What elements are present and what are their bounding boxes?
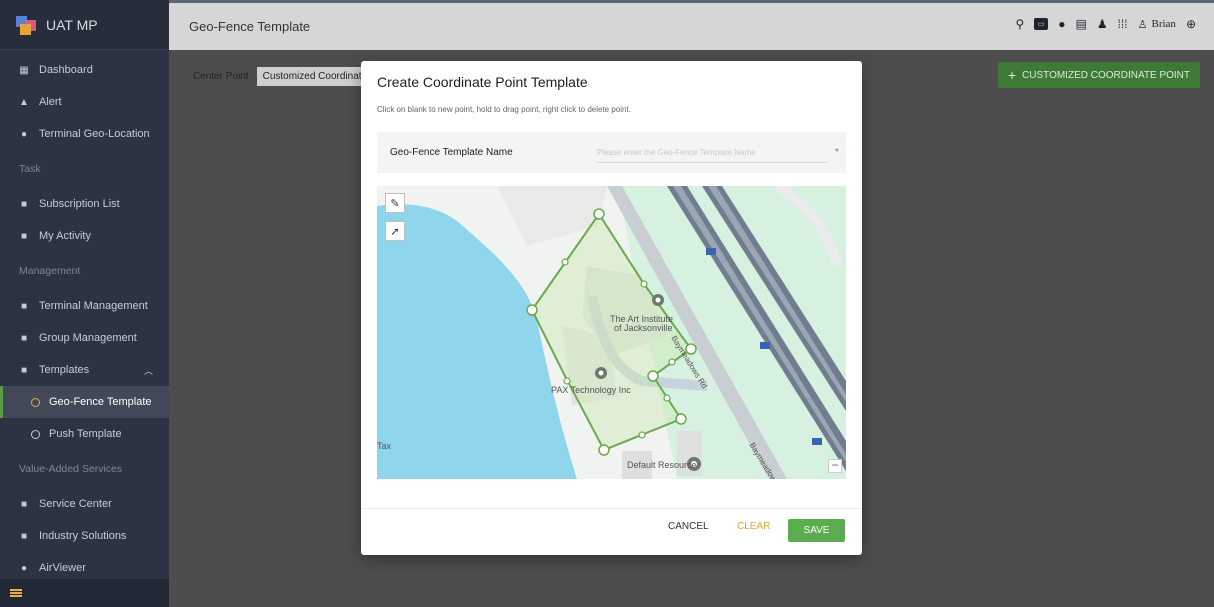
plus-icon: + <box>1007 67 1017 83</box>
map-label-art-institute-2: of Jacksonville <box>614 323 673 333</box>
chevron-up-icon: ︿ <box>143 365 153 376</box>
sidebar-item-alert[interactable]: ▲ Alert <box>0 86 169 118</box>
line-draw-icon[interactable]: ✎ <box>385 193 405 213</box>
menu-toggle-icon[interactable] <box>10 589 22 597</box>
sidebar-item-geo-fence-template[interactable]: Geo-Fence Template <box>0 386 169 418</box>
sidebar-nav: ▦ Dashboard ▲ Alert ● Terminal Geo-Locat… <box>0 50 169 584</box>
header-toolbar: ⚲ ▭ ● ▤ ♟ ⁞⁞⁞ ♙ Brian ⊕ <box>1015 17 1196 31</box>
create-template-modal: Create Coordinate Point Template Click o… <box>361 61 862 555</box>
list-icon: ■ <box>20 198 28 210</box>
nav-section-management: Management <box>19 265 81 277</box>
save-button[interactable]: SAVE <box>788 519 845 542</box>
sidebar-item-industry-solutions[interactable]: ■ Industry Solutions <box>0 520 169 552</box>
user-menu[interactable]: ♙ Brian <box>1138 18 1176 31</box>
modal-footer <box>361 508 862 555</box>
group-icon: ■ <box>20 332 28 344</box>
nav-section-task: Task <box>19 163 41 175</box>
brand-logo-icon <box>16 15 38 35</box>
sidebar-item-label: Geo-Fence Template <box>49 396 152 408</box>
pointer-icon[interactable]: ➚ <box>385 221 405 241</box>
templates-icon: ■ <box>20 364 28 376</box>
solutions-icon: ■ <box>20 530 28 542</box>
sidebar-item-label: Alert <box>39 96 62 108</box>
bell-icon[interactable]: ♟ <box>1097 17 1108 31</box>
add-customized-coordinate-point-button[interactable]: + CUSTOMIZED COORDINATE POINT <box>997 62 1200 88</box>
sidebar-item-terminal-management[interactable]: ■ Terminal Management <box>0 290 169 322</box>
activity-icon: ■ <box>20 230 28 242</box>
sidebar-footer <box>0 579 169 607</box>
sidebar-item-service-center[interactable]: ■ Service Center <box>0 488 169 520</box>
sidebar-item-label: Terminal Management <box>39 300 148 312</box>
user-icon: ♙ <box>1137 18 1148 31</box>
clear-button[interactable]: CLEAR <box>737 521 770 532</box>
cancel-button[interactable]: CANCEL <box>668 521 709 532</box>
chat-icon[interactable]: ● <box>1058 17 1065 31</box>
sidebar-item-label: My Activity <box>39 230 91 242</box>
map-label-tax: Tax <box>377 441 392 451</box>
map-canvas[interactable]: ✎ ➚ The Art Institute of Jacksonville PA… <box>377 186 846 479</box>
airviewer-icon: ● <box>20 562 28 574</box>
alert-icon: ▲ <box>19 96 29 108</box>
sidebar-item-label: Industry Solutions <box>39 530 127 542</box>
modal-hint: Click on blank to new point, hold to dra… <box>377 105 631 114</box>
apps-grid-icon[interactable]: ⁞⁞⁞ <box>1118 17 1128 31</box>
sidebar-item-label: Terminal Geo-Location <box>39 128 150 140</box>
document-icon[interactable]: ▤ <box>1075 17 1086 31</box>
sidebar-item-label: Service Center <box>39 498 112 510</box>
sidebar-item-terminal-geo-location[interactable]: ● Terminal Geo-Location <box>0 118 169 150</box>
zoom-out-button[interactable]: − <box>828 459 842 473</box>
brand[interactable]: UAT MP <box>0 0 169 50</box>
modal-title: Create Coordinate Point Template <box>377 74 588 90</box>
sidebar-item-dashboard[interactable]: ▦ Dashboard <box>0 54 169 86</box>
sidebar-item-label: Subscription List <box>39 198 120 210</box>
sidebar-item-templates[interactable]: ■ Templates ︿ <box>0 354 169 386</box>
terminal-icon: ■ <box>20 300 28 312</box>
template-name-label: Geo-Fence Template Name <box>390 147 513 158</box>
store-icon: ■ <box>20 498 28 510</box>
filter-label: Center Point <box>193 71 249 82</box>
sidebar-item-label: Dashboard <box>39 64 93 76</box>
sidebar-item-my-activity[interactable]: ■ My Activity <box>0 220 169 252</box>
circle-icon <box>31 397 40 407</box>
dashboard-icon: ▦ <box>19 64 29 76</box>
map-label-default-resource: Default Resource <box>627 460 697 470</box>
sidebar-item-label: Group Management <box>39 332 137 344</box>
required-mark: * <box>835 147 839 158</box>
terminal-icon[interactable]: ▭ <box>1034 18 1049 30</box>
search-icon[interactable]: ⚲ <box>1015 17 1024 31</box>
center-point-select[interactable]: Customized Coordinate Point <box>256 67 367 86</box>
map-svg <box>377 186 846 479</box>
nav-section-vas: Value-Added Services <box>19 463 123 475</box>
sidebar-item-label: AirViewer <box>39 562 86 574</box>
location-pin-icon: ● <box>20 128 28 140</box>
template-name-field: Geo-Fence Template Name * <box>377 132 846 173</box>
add-button-label: CUSTOMIZED COORDINATE POINT <box>1022 69 1190 81</box>
app-name: UAT MP <box>46 16 98 33</box>
sidebar-item-push-template[interactable]: Push Template <box>0 418 169 450</box>
circle-icon <box>31 429 40 439</box>
header: Geo-Fence Template ⚲ ▭ ● ▤ ♟ ⁞⁞⁞ ♙ Brian… <box>169 0 1214 50</box>
sidebar-item-subscription-list[interactable]: ■ Subscription List <box>0 188 169 220</box>
sidebar-item-label: Push Template <box>49 428 122 440</box>
globe-icon[interactable]: ⊕ <box>1186 17 1196 31</box>
template-name-input[interactable] <box>597 142 827 163</box>
sidebar-item-group-management[interactable]: ■ Group Management <box>0 322 169 354</box>
page-title: Geo-Fence Template <box>189 19 311 34</box>
sidebar-item-label: Templates <box>39 364 90 376</box>
sidebar: UAT MP ▦ Dashboard ▲ Alert ● Terminal Ge… <box>0 0 169 607</box>
map-label-pax: PAX Technology Inc <box>551 385 631 395</box>
user-name: Brian <box>1151 18 1176 30</box>
filter-row: Center Point Customized Coordinate Point <box>193 67 367 86</box>
